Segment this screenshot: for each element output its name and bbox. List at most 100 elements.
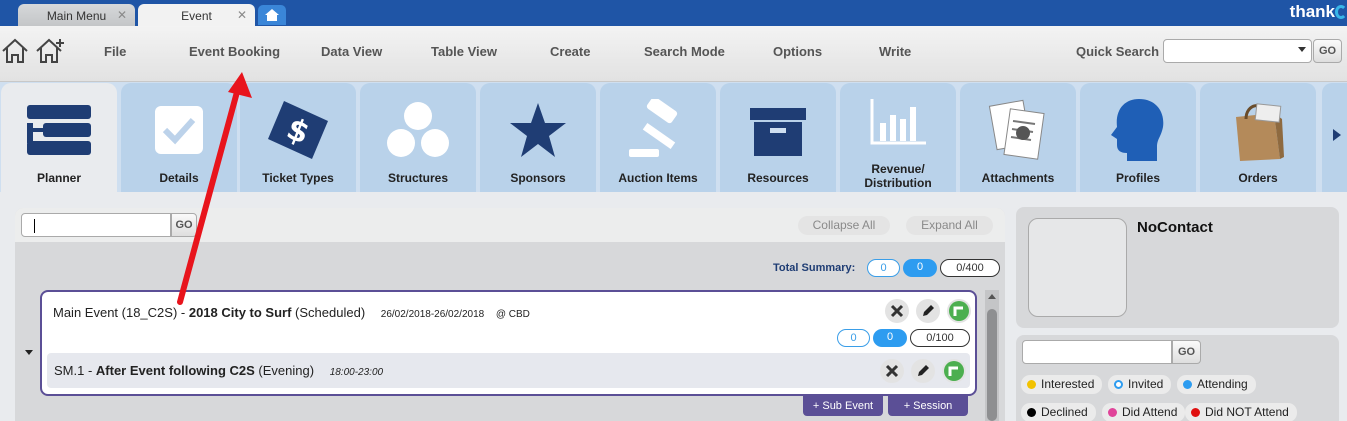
- main-event-prefix: Main Event (18_C2S) -: [53, 305, 189, 320]
- ribbon-auction-items[interactable]: Auction Items: [600, 83, 716, 192]
- legend-did-attend[interactable]: Did Attend: [1102, 403, 1186, 421]
- profile-head-icon: [1111, 99, 1164, 161]
- home-icon[interactable]: [1, 38, 29, 64]
- ribbon-structures[interactable]: Structures: [360, 83, 476, 192]
- ribbon-resources[interactable]: Resources: [720, 83, 836, 192]
- planner-scrollbar[interactable]: [985, 290, 999, 421]
- planner-search-go-button[interactable]: GO: [171, 213, 197, 237]
- status-dot-icon: [1027, 380, 1036, 389]
- ribbon-attachments[interactable]: Attachments: [960, 83, 1076, 192]
- ribbon-details[interactable]: Details: [121, 83, 237, 192]
- open-sub-event-button[interactable]: [942, 359, 966, 383]
- status-dot-icon: [1191, 408, 1200, 417]
- add-session-button[interactable]: + Session: [888, 396, 968, 416]
- main-event-status: (Scheduled): [291, 305, 366, 320]
- menu-search-mode[interactable]: Search Mode: [644, 44, 725, 59]
- open-icon: [949, 301, 969, 321]
- event-count-interested: 0: [837, 329, 870, 347]
- menu-file[interactable]: File: [104, 44, 126, 59]
- legend-attending[interactable]: Attending: [1177, 375, 1256, 394]
- sub-event-time: 18:00-23:00: [329, 367, 384, 378]
- chevron-up-icon[interactable]: [988, 294, 996, 299]
- pencil-icon: [918, 365, 929, 376]
- ribbon-label: Details: [159, 171, 199, 185]
- avatar: [1028, 218, 1127, 317]
- quick-search-label: Quick Search: [1076, 44, 1160, 59]
- planner-panel: GO Collapse All Expand All Total Summary…: [15, 208, 1005, 421]
- menu-write[interactable]: Write: [879, 44, 911, 59]
- main-event-title: Main Event (18_C2S) - 2018 City to Surf …: [53, 305, 530, 320]
- legend-search-go-button[interactable]: GO: [1172, 340, 1201, 364]
- delete-event-button[interactable]: [885, 299, 909, 323]
- legend-declined[interactable]: Declined: [1021, 403, 1096, 421]
- home-tab-button[interactable]: [258, 5, 286, 25]
- sub-event-title: SM.1 - After Event following C2S (Evenin…: [54, 363, 383, 378]
- ribbon-orders[interactable]: Orders: [1200, 83, 1316, 192]
- menu-options[interactable]: Options: [773, 44, 822, 59]
- home-icon: [265, 9, 279, 21]
- menu-data-view[interactable]: Data View: [321, 44, 382, 59]
- ticket-icon: $: [268, 101, 328, 159]
- tab-main-menu[interactable]: Main Menu ✕: [18, 4, 135, 26]
- sub-event-row[interactable]: SM.1 - After Event following C2S (Evenin…: [47, 353, 970, 388]
- legend-search-input[interactable]: [1022, 340, 1172, 364]
- event-count-attending: 0: [873, 329, 907, 347]
- tab-event[interactable]: Event ✕: [138, 4, 255, 26]
- archive-box-icon: [750, 108, 806, 156]
- ribbon-ticket-types[interactable]: $ Ticket Types: [240, 83, 356, 192]
- ribbon-label: Ticket Types: [262, 171, 334, 185]
- collapse-all-button[interactable]: Collapse All: [798, 216, 890, 235]
- structures-icon: [387, 102, 449, 157]
- chevron-down-icon[interactable]: [25, 350, 33, 355]
- star-icon: [510, 103, 566, 157]
- status-dot-icon: [1108, 408, 1117, 417]
- menu-bar: File Event Booking Data View Table View …: [0, 26, 1347, 82]
- pencil-icon: [923, 305, 934, 316]
- close-icon[interactable]: ✕: [117, 8, 127, 22]
- open-icon: [944, 361, 964, 381]
- menu-event-booking[interactable]: Event Booking: [189, 44, 280, 59]
- ribbon-scroll-right-button[interactable]: [1322, 83, 1347, 192]
- shopping-bag-icon: [1236, 103, 1284, 161]
- total-summary-label: Total Summary:: [773, 262, 856, 274]
- contact-panel: NoContact: [1016, 207, 1339, 328]
- legend-invited[interactable]: Invited: [1108, 375, 1172, 394]
- brand-logo: thank: [1290, 2, 1347, 22]
- gavel-icon: [629, 99, 678, 157]
- main-event-name: 2018 City to Surf: [188, 305, 292, 320]
- main-event-card[interactable]: Main Event (18_C2S) - 2018 City to Surf …: [40, 290, 977, 396]
- legend-did-not-attend[interactable]: Did NOT Attend: [1185, 403, 1297, 421]
- menu-table-view[interactable]: Table View: [431, 44, 497, 59]
- ribbon-revenue-distribution[interactable]: Revenue/ Distribution: [840, 83, 956, 192]
- chevron-right-icon: [1333, 129, 1341, 141]
- legend-interested[interactable]: Interested: [1021, 375, 1103, 394]
- menu-create[interactable]: Create: [550, 44, 590, 59]
- scrollbar-thumb[interactable]: [987, 309, 997, 421]
- ribbon-label: Structures: [387, 171, 449, 185]
- quick-search-select[interactable]: [1163, 39, 1312, 63]
- edit-event-button[interactable]: [916, 299, 940, 323]
- add-sub-event-button[interactable]: + Sub Event: [803, 396, 883, 416]
- edit-sub-event-button[interactable]: [911, 359, 935, 383]
- planner-search-input[interactable]: [21, 213, 171, 237]
- ribbon-label: Auction Items: [618, 171, 698, 185]
- open-event-button[interactable]: [947, 299, 971, 323]
- delete-sub-event-button[interactable]: [880, 359, 904, 383]
- ribbon-planner[interactable]: Planner: [1, 83, 117, 192]
- chevron-down-icon: [1298, 47, 1306, 52]
- main-event-dates: 26/02/2018-26/02/2018: [380, 309, 485, 320]
- close-icon: [890, 304, 904, 318]
- ribbon-label: Orders: [1238, 171, 1278, 185]
- ribbon-toolbar: Planner Details $ Ticket Types Structure…: [0, 82, 1347, 192]
- tab-main-menu-label: Main Menu: [46, 9, 107, 23]
- ribbon-profiles[interactable]: Profiles: [1080, 83, 1196, 192]
- sub-event-status: (Evening): [254, 363, 315, 378]
- ribbon-sponsors[interactable]: Sponsors: [480, 83, 596, 192]
- expand-all-button[interactable]: Expand All: [906, 216, 993, 235]
- ribbon-label: Attachments: [981, 171, 1055, 185]
- tab-event-label: Event: [181, 9, 212, 23]
- total-count-interested: 0: [867, 259, 900, 277]
- add-home-icon[interactable]: [35, 38, 67, 64]
- quick-search-go-button[interactable]: GO: [1313, 39, 1342, 63]
- close-icon[interactable]: ✕: [237, 8, 247, 22]
